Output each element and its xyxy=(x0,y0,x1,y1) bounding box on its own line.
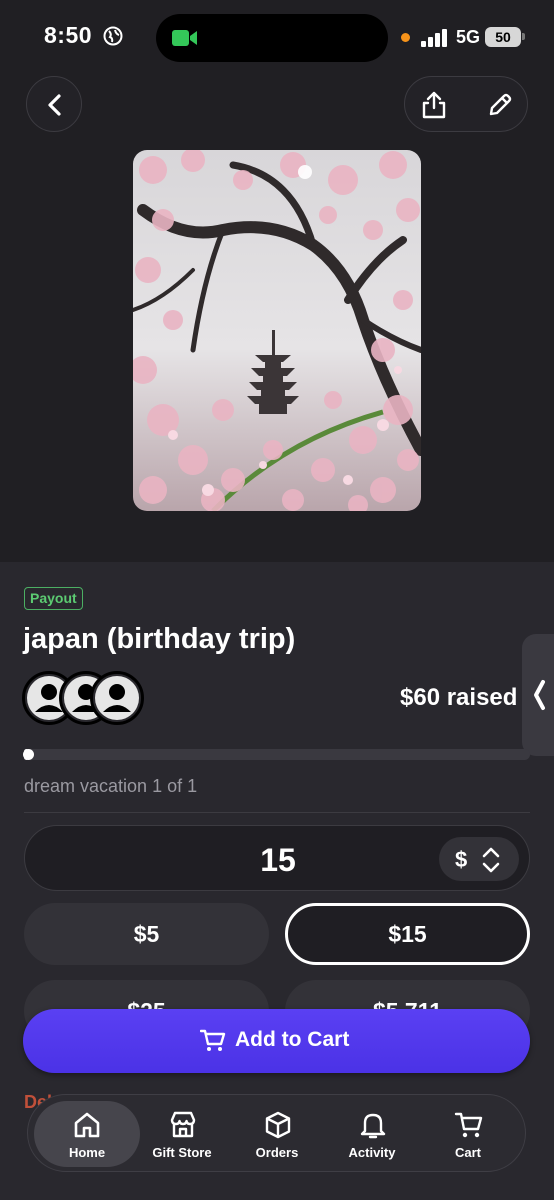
amount-raised: $60 raised xyxy=(400,684,518,711)
battery-icon xyxy=(522,33,525,40)
divider xyxy=(24,812,530,813)
preset-amount-15[interactable]: $15 xyxy=(285,903,530,965)
tab-label: Activity xyxy=(348,1145,396,1160)
signal-icon xyxy=(421,29,447,47)
bell-icon xyxy=(360,1113,386,1139)
payout-badge: Payout xyxy=(24,587,83,610)
chevron-left-icon xyxy=(48,94,61,116)
cart-icon xyxy=(454,1112,483,1138)
chevron-up-down-icon xyxy=(482,847,500,873)
dynamic-island xyxy=(156,14,388,62)
store-icon xyxy=(170,1111,196,1138)
back-button[interactable] xyxy=(26,76,82,132)
actions-group xyxy=(404,76,528,132)
avatar xyxy=(90,671,144,725)
edit-pencil-icon[interactable] xyxy=(487,92,513,118)
tab-label: Gift Store xyxy=(152,1145,212,1160)
camera-icon xyxy=(172,30,197,46)
tab-orders[interactable]: Orders xyxy=(229,1101,325,1167)
chevron-left-icon xyxy=(534,680,545,710)
amount-input[interactable]: 15 $ xyxy=(24,825,530,891)
tab-bar: Home Gift Store Orders Activity Cart xyxy=(27,1094,526,1172)
share-icon[interactable] xyxy=(421,91,447,119)
tab-gift-store[interactable]: Gift Store xyxy=(134,1101,230,1167)
contributor-avatars xyxy=(22,671,152,727)
battery-level: 50 xyxy=(485,27,521,47)
home-icon xyxy=(74,1112,100,1138)
currency-symbol: $ xyxy=(455,847,468,872)
tab-label: Orders xyxy=(255,1145,299,1160)
progress-dot xyxy=(23,749,34,760)
gift-title: japan (birthday trip) xyxy=(23,623,296,655)
tab-label: Home xyxy=(68,1145,106,1160)
privacy-indicator xyxy=(401,33,410,42)
gift-image xyxy=(133,150,421,511)
add-to-cart-label: Add to Cart xyxy=(235,1028,350,1051)
side-drawer-handle[interactable] xyxy=(522,634,554,756)
add-to-cart-button[interactable]: Add to Cart xyxy=(23,1009,530,1073)
person-icon xyxy=(95,676,139,720)
currency-selector[interactable]: $ xyxy=(439,837,519,881)
cart-icon xyxy=(200,1029,226,1051)
globe-icon xyxy=(103,26,123,46)
tab-activity[interactable]: Activity xyxy=(324,1101,420,1167)
box-icon xyxy=(265,1111,291,1139)
tab-label: Cart xyxy=(454,1145,481,1160)
tab-cart[interactable]: Cart xyxy=(420,1101,516,1167)
tab-home[interactable]: Home xyxy=(34,1101,140,1167)
network-type: 5G xyxy=(456,27,481,47)
gift-subtitle: dream vacation 1 of 1 xyxy=(24,776,198,796)
progress-bar xyxy=(24,749,530,760)
status-time: 8:50 xyxy=(44,22,93,48)
preset-amount-5[interactable]: $5 xyxy=(24,903,269,965)
